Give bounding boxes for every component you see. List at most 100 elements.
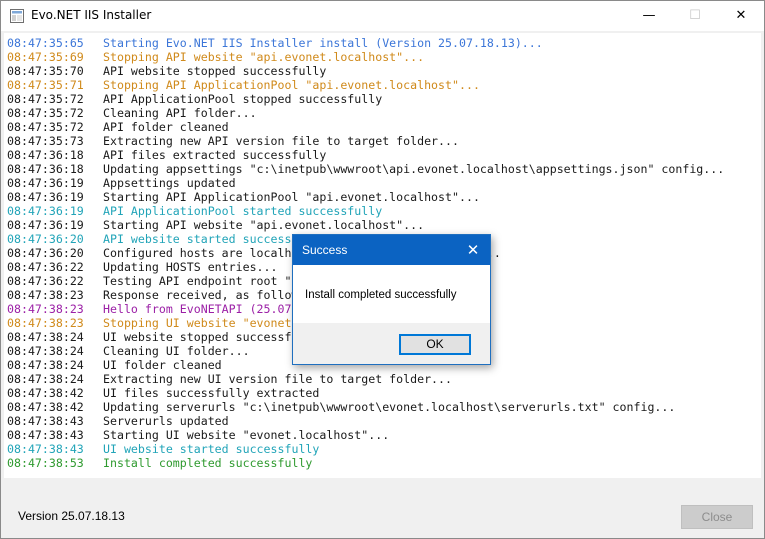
log-line: 08:47:35:69 Stopping API website "api.evo… xyxy=(7,50,424,64)
log-timestamp: 08:47:35:70 xyxy=(7,64,84,78)
dialog-body: Install completed successfully xyxy=(293,265,490,323)
log-timestamp: 08:47:38:24 xyxy=(7,344,84,358)
log-timestamp: 08:47:35:71 xyxy=(7,78,84,92)
log-timestamp: 08:47:36:20 xyxy=(7,246,84,260)
log-line: 08:47:36:19 API ApplicationPool started s… xyxy=(7,204,382,218)
log-line: 08:47:36:19 Starting API website "api.evo… xyxy=(7,218,424,232)
log-timestamp: 08:47:38:53 xyxy=(7,456,84,470)
log-timestamp: 08:47:38:42 xyxy=(7,400,84,414)
log-timestamp: 08:47:35:72 xyxy=(7,92,84,106)
log-timestamp: 08:47:35:72 xyxy=(7,120,84,134)
dialog-title-bar[interactable]: Success ✕ xyxy=(293,235,490,265)
log-timestamp: 08:47:38:43 xyxy=(7,428,84,442)
log-line: 08:47:38:24 Extracting new UI version fil… xyxy=(7,372,452,386)
log-message: Starting API ApplicationPool "api.evonet… xyxy=(103,190,480,204)
log-message: Updating HOSTS entries... xyxy=(103,260,278,274)
log-line: 08:47:35:65 Starting Evo.NET IIS Installe… xyxy=(7,36,543,50)
log-message: Starting UI website "evonet.localhost"..… xyxy=(103,428,390,442)
log-timestamp: 08:47:38:24 xyxy=(7,372,84,386)
success-dialog: Success ✕ Install completed successfully… xyxy=(292,234,491,365)
log-message: Testing API endpoint root "... xyxy=(103,274,313,288)
log-timestamp: 08:47:36:19 xyxy=(7,190,84,204)
log-message: Extracting new UI version file to target… xyxy=(103,372,453,386)
log-line: 08:47:35:72 Cleaning API folder... xyxy=(7,106,257,120)
version-label: Version 25.07.18.13 xyxy=(18,509,125,523)
log-line: 08:47:38:43 Serverurls updated xyxy=(7,414,229,428)
log-timestamp: 08:47:38:23 xyxy=(7,316,84,330)
log-line: 08:47:38:24 UI website stopped successful… xyxy=(7,330,319,344)
log-line: 08:47:35:72 API folder cleaned xyxy=(7,120,229,134)
log-timestamp: 08:47:36:20 xyxy=(7,232,84,246)
log-timestamp: 08:47:36:22 xyxy=(7,274,84,288)
close-window-button[interactable]: ✕ xyxy=(718,1,764,31)
log-timestamp: 08:47:35:65 xyxy=(7,36,84,50)
maximize-button: ☐ xyxy=(689,8,701,23)
log-timestamp: 08:47:36:19 xyxy=(7,218,84,232)
log-line: 08:47:38:53 Install completed successfull… xyxy=(7,456,312,470)
log-message: Starting API website "api.evonet.localho… xyxy=(103,218,425,232)
log-timestamp: 08:47:35:72 xyxy=(7,106,84,120)
log-timestamp: 08:47:36:22 xyxy=(7,260,84,274)
log-line: 08:47:36:18 Updating appsettings "c:\inet… xyxy=(7,162,724,176)
log-message: Install completed successfully xyxy=(103,456,313,470)
log-timestamp: 08:47:38:24 xyxy=(7,358,84,372)
log-line: 08:47:38:24 Cleaning UI folder... xyxy=(7,344,250,358)
log-line: 08:47:35:70 API website stopped successfu… xyxy=(7,64,326,78)
log-line: 08:47:35:71 Stopping API ApplicationPool … xyxy=(7,78,480,92)
ok-button[interactable]: OK xyxy=(399,334,471,355)
log-line: 08:47:36:22 Updating HOSTS entries... xyxy=(7,260,278,274)
log-timestamp: 08:47:36:19 xyxy=(7,204,84,218)
close-button: Close xyxy=(681,505,753,529)
log-message: Stopping API ApplicationPool "api.evonet… xyxy=(103,78,480,92)
log-timestamp: 08:47:36:18 xyxy=(7,162,84,176)
log-message: Serverurls updated xyxy=(103,414,229,428)
log-message: API ApplicationPool started successfully xyxy=(103,204,383,218)
log-line: 08:47:38:23 Response received, as follows… xyxy=(7,288,312,302)
log-message: Extracting new API version file to targe… xyxy=(103,134,459,148)
dialog-close-icon[interactable]: ✕ xyxy=(456,235,490,265)
log-line: 08:47:38:42 Updating serverurls "c:\inetp… xyxy=(7,400,675,414)
log-timestamp: 08:47:38:42 xyxy=(7,386,84,400)
log-line: 08:47:36:19 Appsettings updated xyxy=(7,176,236,190)
log-timestamp: 08:47:35:69 xyxy=(7,50,84,64)
log-line: 08:47:38:24 UI folder cleaned xyxy=(7,358,222,372)
log-message: UI files successfully extracted xyxy=(103,386,320,400)
log-message: Cleaning API folder... xyxy=(103,106,257,120)
log-message: Updating appsettings "c:\inetpub\wwwroot… xyxy=(103,162,725,176)
log-line: 08:47:35:72 API ApplicationPool stopped s… xyxy=(7,92,382,106)
log-timestamp: 08:47:38:23 xyxy=(7,302,84,316)
log-timestamp: 08:47:38:23 xyxy=(7,288,84,302)
log-timestamp: 08:47:38:43 xyxy=(7,414,84,428)
log-timestamp: 08:47:36:19 xyxy=(7,176,84,190)
log-message: Appsettings updated xyxy=(103,176,236,190)
log-message: Updating serverurls "c:\inetpub\wwwroot\… xyxy=(103,400,676,414)
log-line: 08:47:36:18 API files extracted successfu… xyxy=(7,148,326,162)
log-message: API files extracted successfully xyxy=(103,148,327,162)
title-bar[interactable]: Evo.NET IIS Installer — ☐ ✕ xyxy=(1,1,764,31)
log-message: Response received, as follows: xyxy=(103,288,313,302)
log-timestamp: 08:47:38:43 xyxy=(7,442,84,456)
log-line: 08:47:36:22 Testing API endpoint root "..… xyxy=(7,274,312,288)
log-line: 08:47:35:73 Extracting new API version fi… xyxy=(7,134,459,148)
log-message: API folder cleaned xyxy=(103,120,229,134)
log-line: 08:47:36:19 Starting API ApplicationPool … xyxy=(7,190,480,204)
window-title: Evo.NET IIS Installer xyxy=(31,8,152,22)
log-timestamp: 08:47:35:73 xyxy=(7,134,84,148)
app-icon xyxy=(10,9,24,23)
minimize-button[interactable]: — xyxy=(626,1,672,31)
log-message: UI website started successfully xyxy=(103,442,320,456)
dialog-title: Success xyxy=(302,243,348,257)
log-message: UI folder cleaned xyxy=(103,358,222,372)
dialog-message: Install completed successfully xyxy=(305,289,457,301)
log-timestamp: 08:47:38:24 xyxy=(7,330,84,344)
log-message: UI website stopped successfully xyxy=(103,330,320,344)
log-message: Stopping API website "api.evonet.localho… xyxy=(103,50,425,64)
log-message: API website stopped successfully xyxy=(103,64,327,78)
log-line: 08:47:38:43 Starting UI website "evonet.l… xyxy=(7,428,389,442)
log-line: 08:47:36:20 API website started successfu… xyxy=(7,232,326,246)
log-line: 08:47:38:42 UI files successfully extract… xyxy=(7,386,319,400)
log-message: API ApplicationPool stopped successfully xyxy=(103,92,383,106)
log-message: Cleaning UI folder... xyxy=(103,344,250,358)
log-line: 08:47:38:43 UI website started successful… xyxy=(7,442,319,456)
log-timestamp: 08:47:36:18 xyxy=(7,148,84,162)
